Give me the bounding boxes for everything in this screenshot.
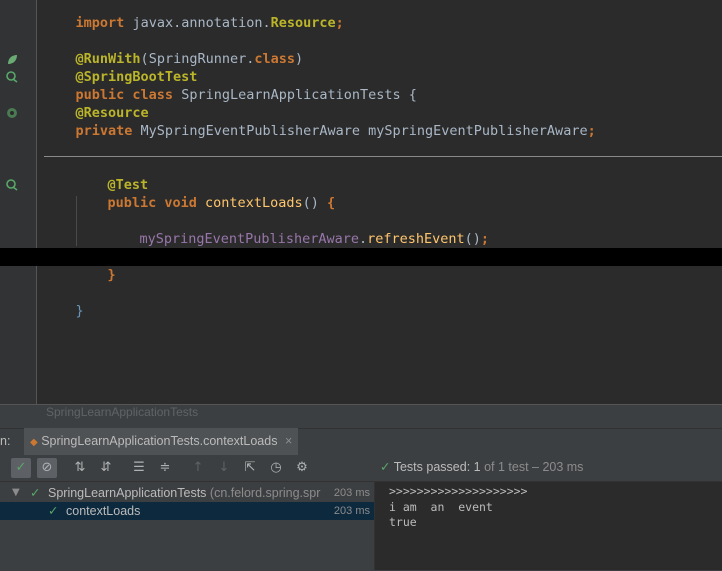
collapse-all-icon: ≑ <box>159 460 171 475</box>
brace: } <box>107 267 116 283</box>
test-duration: 203 ms <box>329 484 370 502</box>
sort-alpha-icon: ⇅ <box>74 460 86 475</box>
code-line-field: private MySpringEventPublisherAware mySp… <box>43 104 596 139</box>
up-arrow-icon: ↑ <box>192 460 204 475</box>
settings-button[interactable]: ⚙ <box>292 458 312 478</box>
code-line-class-close: } <box>43 284 84 319</box>
settings-icon: ⚙ <box>296 460 308 475</box>
run-test-icon[interactable] <box>6 179 18 191</box>
tree-row-label: SpringLearnApplicationTests (cn.felord.s… <box>48 484 320 502</box>
code-line-call: mySpringEventPublisherAware.refreshEvent… <box>107 212 490 247</box>
prev-failed-button[interactable]: ↑ <box>188 458 208 478</box>
method-name: contextLoads <box>196 195 303 211</box>
code-line-method-close: } <box>75 248 116 283</box>
chevron-down-icon[interactable]: ▼ <box>12 484 20 502</box>
sort-duration-button[interactable]: ⇵ <box>96 458 116 478</box>
test-toolbar: ✓ ⊘ ⇅ ⇵ ☰ ≑ ↑ ↓ ⇱ ◷ ⚙ <box>0 455 722 482</box>
brace: } <box>75 303 84 319</box>
next-failed-button[interactable]: ↓ <box>214 458 234 478</box>
tree-row-method[interactable]: ✓ contextLoads 203 ms <box>0 502 374 520</box>
expand-all-button[interactable]: ☰ <box>129 458 149 478</box>
test-status: ✓ Tests passed: 1 of 1 test – 203 ms <box>380 459 583 474</box>
junit-icon: ◆ <box>30 437 38 448</box>
history-button[interactable]: ◷ <box>266 458 286 478</box>
keyword: private <box>75 123 133 139</box>
test-duration: 203 ms <box>333 505 370 517</box>
method-call: refreshEvent <box>367 231 465 247</box>
console-line: >>>>>>>>>>>>>>>>>>>> <box>389 484 528 498</box>
status-count: 1 <box>473 460 481 474</box>
show-ignored-button[interactable]: ⊘ <box>37 458 57 478</box>
code-line-resource: @Resource <box>43 86 149 121</box>
status-prefix: Tests passed: <box>393 460 474 474</box>
field-reference: mySpringEventPublisherAware <box>139 231 359 247</box>
class-name: SpringLearnApplicationTests <box>173 87 409 103</box>
code-line-test-annotation: @Test <box>75 158 149 193</box>
sort-duration-icon: ⇵ <box>100 460 112 475</box>
tab-run-config[interactable]: ◆ SpringLearnApplicationTests.contextLoa… <box>24 428 299 455</box>
expand-all-icon: ☰ <box>133 460 145 475</box>
brace: { <box>408 87 417 103</box>
close-icon[interactable]: × <box>285 434 292 448</box>
tool-window-title: SpringLearnApplicationTests <box>46 405 199 419</box>
code-editor[interactable]: import javax.annotation.Resource; @RunWi… <box>0 0 722 404</box>
spring-bean-icon[interactable] <box>6 54 18 66</box>
keyword: class <box>254 51 296 67</box>
test-tree: ▼ ✓ SpringLearnApplicationTests (cn.felo… <box>0 482 375 570</box>
pass-check-icon: ✓ <box>380 459 391 474</box>
console-line: i am an event <box>389 500 493 514</box>
indent-guide <box>76 196 77 246</box>
keyword: public void <box>107 195 197 211</box>
cancel-icon: ⊘ <box>41 460 53 475</box>
brace: { <box>318 195 336 211</box>
paren: ) <box>295 51 304 67</box>
sort-alpha-button[interactable]: ⇅ <box>70 458 90 478</box>
status-time: – 203 ms <box>528 460 584 474</box>
test-class-package: (cn.felord.spring.spr <box>206 486 321 500</box>
paren: () <box>464 231 481 247</box>
test-method-name: contextLoads <box>66 504 141 518</box>
status-of: of 1 test <box>480 460 529 474</box>
semicolon: ; <box>480 231 490 247</box>
code-line-runwith: @RunWith(SpringRunner.class) <box>43 32 304 67</box>
export-button[interactable]: ⇱ <box>240 458 260 478</box>
pass-check-icon: ✓ <box>48 503 59 518</box>
semicolon: ; <box>335 15 344 31</box>
test-class-name: SpringLearnApplicationTests <box>48 486 207 500</box>
pass-check-icon: ✓ <box>30 485 41 500</box>
history-icon: ◷ <box>270 460 282 475</box>
field-name: mySpringEventPublisherAware <box>368 123 588 139</box>
paren: () <box>302 195 319 211</box>
run-test-icon[interactable] <box>6 71 18 83</box>
code-line-import: import javax.annotation.Resource; <box>43 0 344 31</box>
tab-prefix: n: <box>0 434 11 448</box>
code-line-method-decl: public void contextLoads() { <box>75 176 336 211</box>
code-line-class-decl: public class SpringLearnApplicationTests… <box>43 68 417 103</box>
class-name: Resource <box>270 15 336 31</box>
pass-check-icon: ✓ <box>15 460 27 475</box>
keyword: import <box>75 15 125 31</box>
collapse-all-button[interactable]: ≑ <box>155 458 175 478</box>
export-icon: ⇱ <box>244 460 256 475</box>
down-arrow-icon: ↓ <box>218 460 230 475</box>
autowired-icon[interactable] <box>6 107 18 119</box>
tab-label: SpringLearnApplicationTests.contextLoads <box>41 434 278 448</box>
method-separator <box>44 156 722 157</box>
show-passed-button[interactable]: ✓ <box>11 458 31 478</box>
type-name: MySpringEventPublisherAware <box>132 123 369 139</box>
dot: . <box>358 231 368 247</box>
semicolon: ; <box>587 123 596 139</box>
console-output[interactable]: >>>>>>>>>>>>>>>>>>>> i am an event true <box>375 482 722 570</box>
console-line: true <box>389 515 417 529</box>
code-line-springboottest: @SpringBootTest <box>43 50 198 85</box>
tree-row-class[interactable]: ▼ ✓ SpringLearnApplicationTests (cn.felo… <box>0 484 374 502</box>
package-path: javax.annotation. <box>132 15 271 31</box>
